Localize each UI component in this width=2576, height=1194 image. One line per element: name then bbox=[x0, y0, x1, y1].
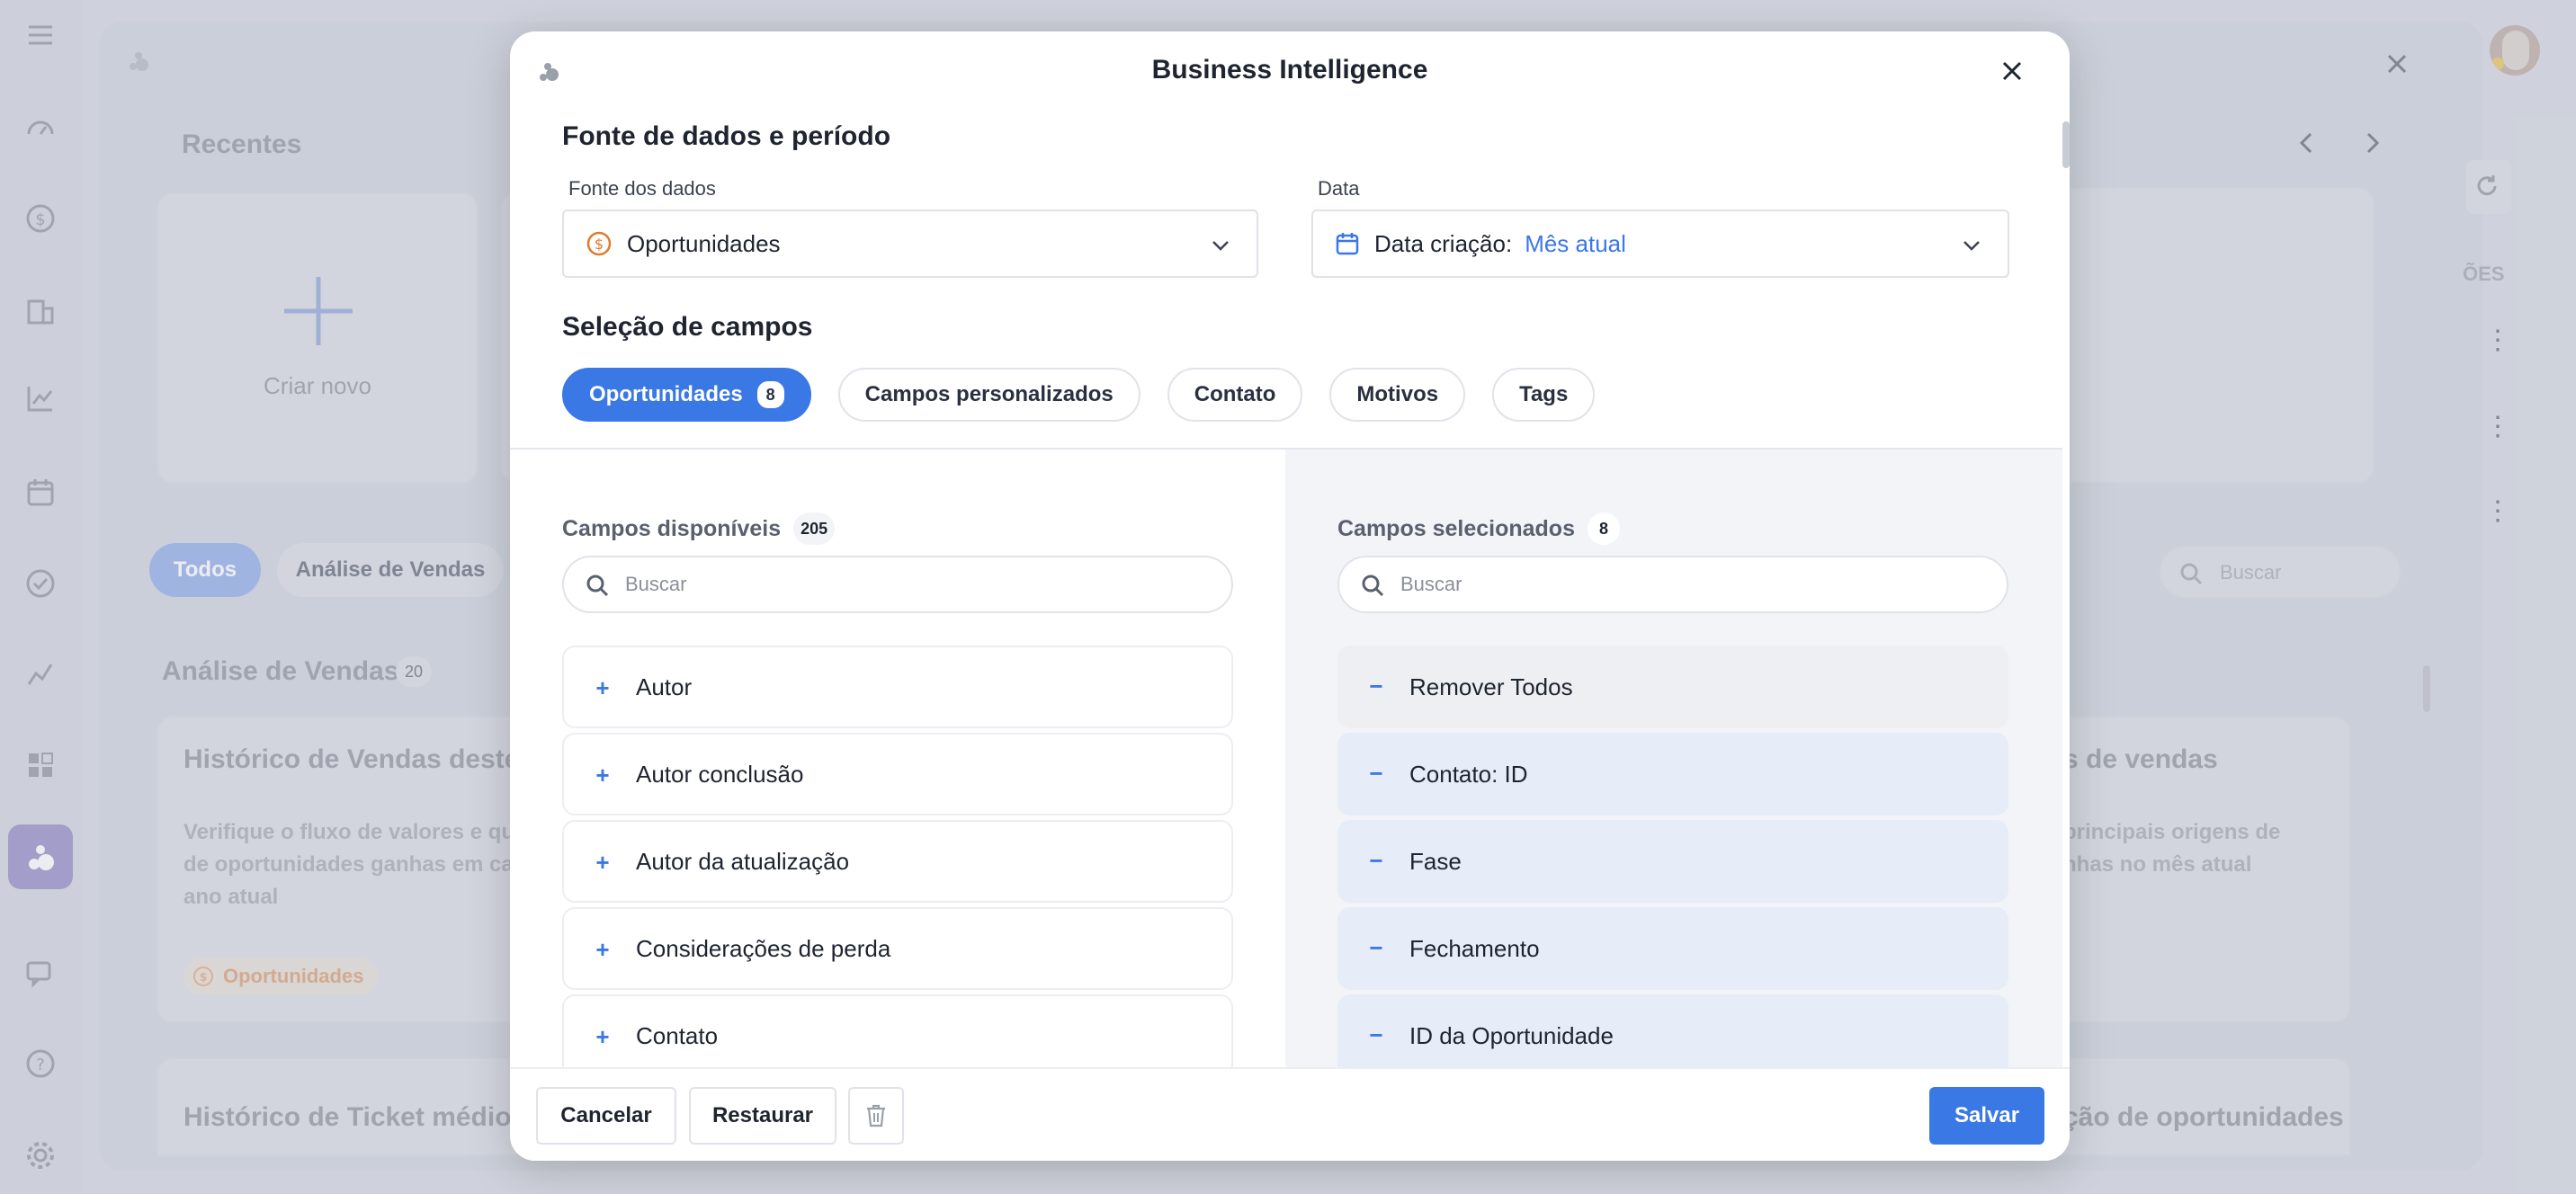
fonte-select[interactable]: $ Oportunidades bbox=[562, 209, 1258, 278]
fonte-value: Oportunidades bbox=[627, 229, 781, 257]
available-field-item[interactable]: + Considerações de perda bbox=[562, 907, 1233, 990]
tab-motivos[interactable]: Motivos bbox=[1329, 368, 1466, 422]
chevron-down-icon bbox=[1212, 241, 1229, 251]
tab-tags[interactable]: Tags bbox=[1492, 368, 1596, 422]
selected-field-item[interactable]: − ID da Oportunidade bbox=[1337, 994, 2008, 1077]
add-icon[interactable]: + bbox=[591, 762, 614, 789]
tab-count-badge: 8 bbox=[756, 381, 784, 408]
section-datasource-title: Fonte de dados e período bbox=[562, 121, 891, 151]
available-field-item[interactable]: + Autor da atualização bbox=[562, 820, 1233, 903]
chevron-down-icon bbox=[1963, 241, 1980, 251]
available-search-input[interactable]: Buscar bbox=[562, 556, 1233, 613]
add-icon[interactable]: + bbox=[591, 674, 614, 701]
selected-field-item[interactable]: − Fechamento bbox=[1337, 907, 2008, 990]
remove-all-button[interactable]: − Remover Todos bbox=[1337, 646, 2008, 728]
data-prefix: Data criação: bbox=[1374, 229, 1513, 257]
svg-text:$: $ bbox=[595, 236, 604, 253]
delete-button[interactable] bbox=[848, 1087, 904, 1145]
available-header: Campos disponíveis 205 bbox=[562, 512, 836, 545]
available-count: 205 bbox=[793, 512, 836, 545]
modal-footer: Cancelar Restaurar Salvar bbox=[510, 1067, 2070, 1161]
tab-oportunidades[interactable]: Oportunidades 8 bbox=[562, 368, 811, 422]
add-icon[interactable]: + bbox=[591, 849, 614, 876]
tab-campos-personalizados[interactable]: Campos personalizados bbox=[837, 368, 1140, 422]
modal-scrollbar[interactable] bbox=[2062, 121, 2070, 168]
data-label: Data bbox=[1318, 177, 1360, 200]
trash-icon bbox=[867, 1104, 885, 1127]
add-icon[interactable]: + bbox=[591, 936, 614, 963]
search-icon bbox=[1362, 575, 1384, 597]
data-value: Mês atual bbox=[1525, 229, 1626, 257]
section-fields-title: Seleção de campos bbox=[562, 312, 813, 342]
bi-modal: Business Intelligence Fonte de dados e p… bbox=[510, 31, 2070, 1161]
cancel-button[interactable]: Cancelar bbox=[536, 1087, 676, 1145]
remove-icon[interactable]: − bbox=[1364, 847, 1388, 874]
calendar-icon bbox=[1336, 233, 1359, 255]
available-field-item[interactable]: + Autor conclusão bbox=[562, 733, 1233, 815]
minus-icon: − bbox=[1369, 672, 1383, 699]
restore-button[interactable]: Restaurar bbox=[689, 1087, 836, 1145]
save-button[interactable]: Salvar bbox=[1929, 1087, 2044, 1145]
close-icon[interactable] bbox=[1994, 53, 2030, 89]
money-icon: $ bbox=[586, 231, 612, 256]
selected-search-input[interactable]: Buscar bbox=[1337, 556, 2008, 613]
remove-icon[interactable]: − bbox=[1364, 1021, 1388, 1048]
available-field-item[interactable]: + Autor bbox=[562, 646, 1233, 728]
field-tabs: Oportunidades 8 Campos personalizados Co… bbox=[562, 368, 1596, 422]
add-icon[interactable]: + bbox=[591, 1023, 614, 1050]
search-icon bbox=[586, 575, 609, 597]
tab-contato[interactable]: Contato bbox=[1167, 368, 1303, 422]
available-fields-pane: Campos disponíveis 205 Buscar + Autor + Au… bbox=[510, 450, 1285, 1161]
available-field-item[interactable]: + Contato bbox=[562, 994, 1233, 1077]
selected-header: Campos selecionados 8 bbox=[1337, 512, 1620, 545]
selected-fields-pane: Campos selecionados 8 Buscar − Remover To… bbox=[1285, 450, 2062, 1161]
selected-field-item[interactable]: − Contato: ID bbox=[1337, 733, 2008, 815]
fonte-label: Fonte dos dados bbox=[568, 177, 716, 200]
remove-icon[interactable]: − bbox=[1364, 760, 1388, 787]
selected-count: 8 bbox=[1587, 512, 1620, 545]
modal-title: Business Intelligence bbox=[1151, 55, 1428, 85]
remove-icon[interactable]: − bbox=[1364, 934, 1388, 961]
selected-field-item[interactable]: − Fase bbox=[1337, 820, 2008, 903]
data-select[interactable]: Data criação: Mês atual bbox=[1311, 209, 2009, 278]
